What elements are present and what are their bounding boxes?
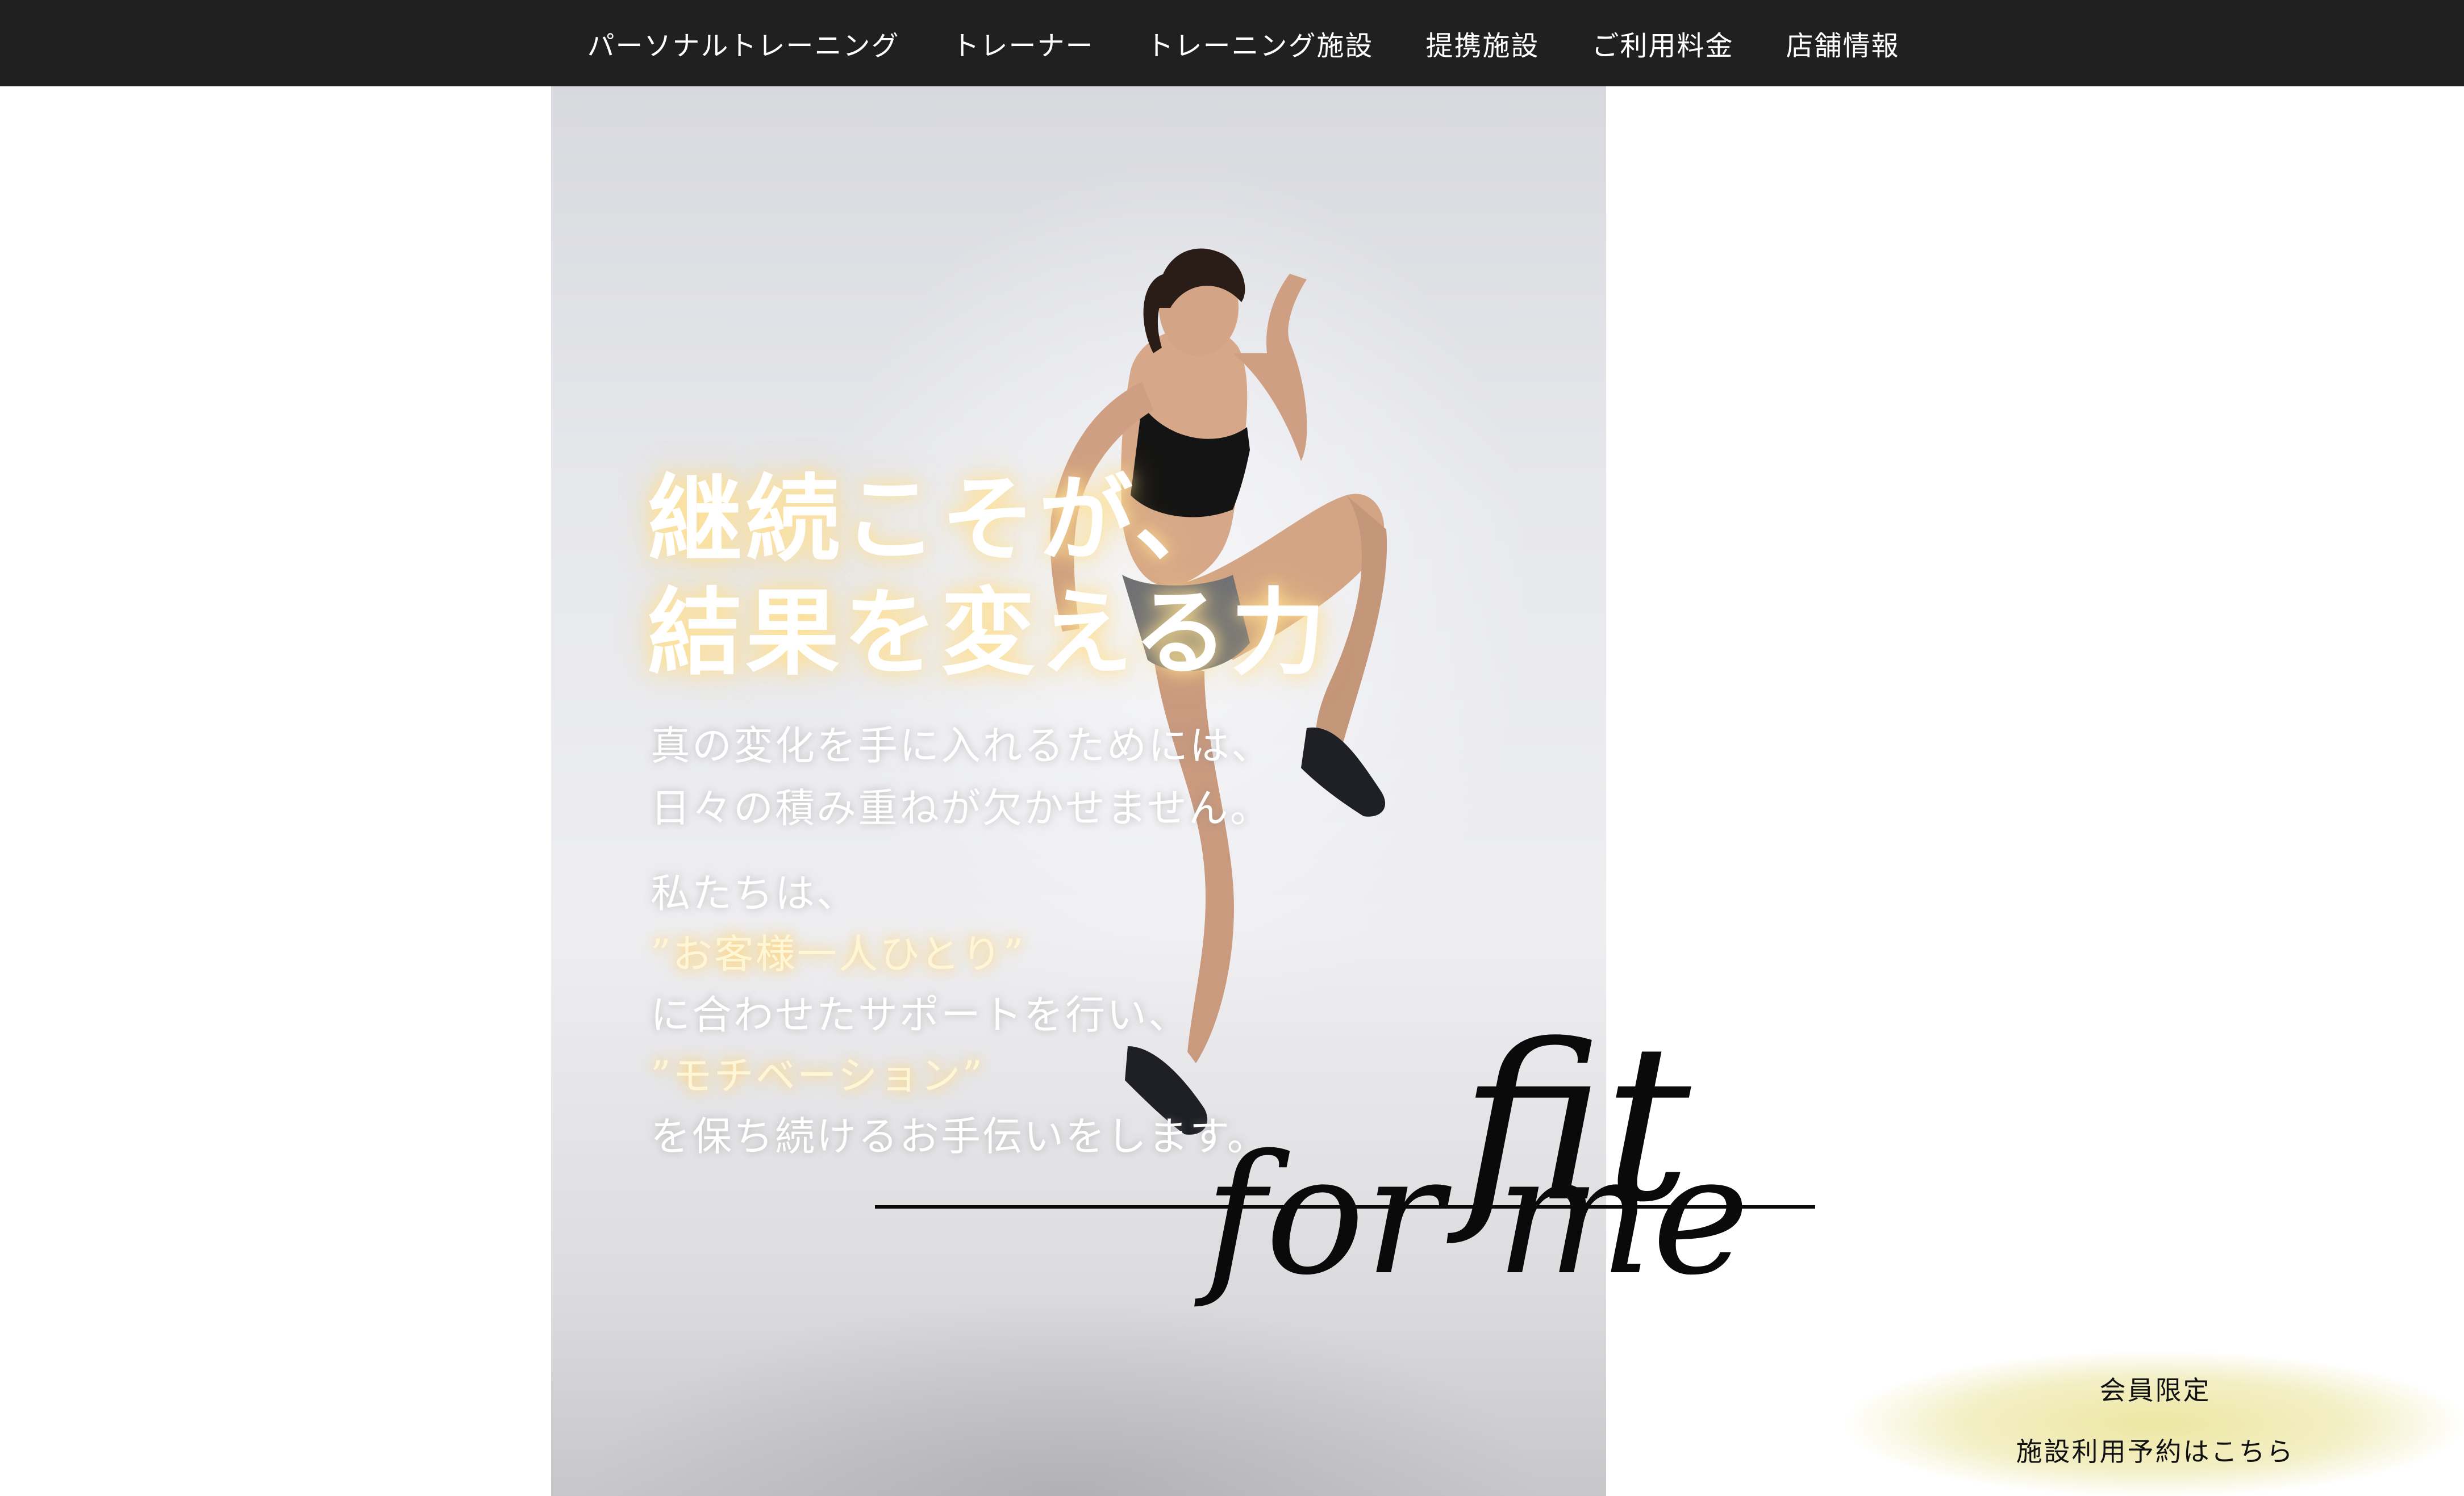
hero-intro-line-2: 日々の積み重ねが欠かせません。 — [651, 785, 1271, 831]
nav-item-training-facility[interactable]: トレーニング施設 — [1146, 23, 1373, 63]
hero-intro: 真の変化を手に入れるためには、 日々の積み重ねが欠かせません。 — [651, 714, 1273, 839]
nav-item-store-info[interactable]: 店舗情報 — [1786, 23, 1900, 63]
nav-item-partner-facilities[interactable]: 提携施設 — [1426, 23, 1540, 63]
brand-logo-graphic: fit for me — [875, 998, 1815, 1311]
hero-headline: 継続こそが、 結果を変える力 — [648, 463, 1329, 690]
hero-headline-line-1: 継続こそが、 — [648, 464, 1232, 575]
logo-word-for-me: for me — [1194, 1120, 1749, 1311]
brand-logo: fit for me — [875, 988, 1829, 1420]
hero-intro-line-1: 真の変化を手に入れるためには、 — [651, 722, 1273, 769]
nav-item-pricing[interactable]: ご利用料金 — [1592, 23, 1734, 63]
nav-item-trainer[interactable]: トレーナー — [952, 23, 1094, 63]
hero-headline-line-2: 結果を変える力 — [648, 578, 1329, 688]
hero-body-line-1: 私たちは、 — [651, 870, 858, 917]
nav-item-personal-training[interactable]: パーソナルトレーニング — [587, 23, 899, 63]
main-menu: パーソナルトレーニング トレーナー トレーニング施設 提携施設 ご利用料金 店舗… — [587, 23, 1899, 63]
reserve-label-members-only: 会員限定 — [2099, 1375, 2211, 1406]
hero-body-line-2-highlight: ”お客様一人ひとり” — [651, 931, 1025, 977]
reserve-label-facility-booking: 施設利用予約はこちら — [2016, 1436, 2295, 1467]
member-reservation-button[interactable]: 会員限定 施設利用予約はこちら — [1846, 1352, 2464, 1496]
top-navigation-bar: パーソナルトレーニング トレーナー トレーニング施設 提携施設 ご利用料金 店舗… — [0, 0, 2464, 86]
